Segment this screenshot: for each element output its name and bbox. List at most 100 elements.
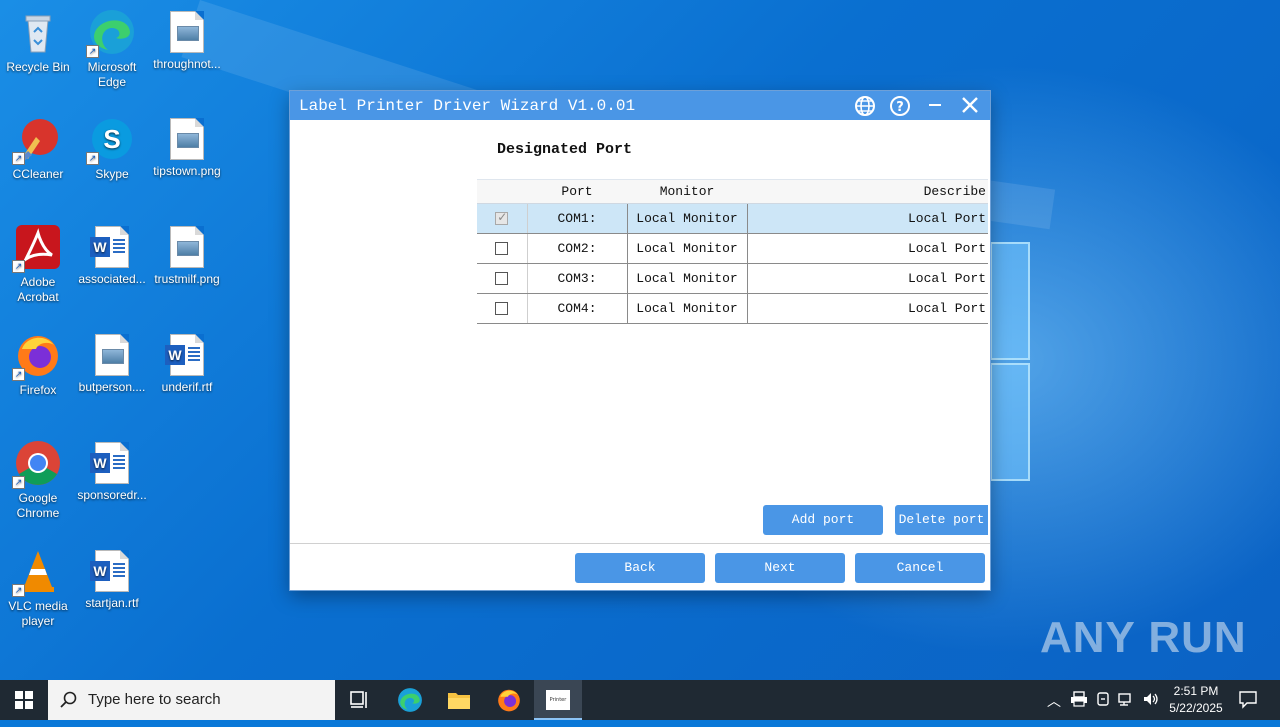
dialog-titlebar[interactable]: Label Printer Driver Wizard V1.0.01 ? xyxy=(290,91,990,120)
desktop-icon-butperson[interactable]: butperson.... xyxy=(74,331,150,395)
network-icon[interactable] xyxy=(1118,691,1136,710)
shortcut-arrow-icon: ↗ xyxy=(12,584,25,597)
column-header-checkbox[interactable] xyxy=(477,179,527,204)
row-checkbox-cell[interactable] xyxy=(477,203,528,234)
desktop-icon-adobe-acrobat[interactable]: ↗ Adobe Acrobat xyxy=(0,223,76,305)
port-table: Port Monitor Describe COM1: Local Monito… xyxy=(477,179,988,324)
minimize-icon[interactable] xyxy=(923,94,947,118)
recycle-bin-icon xyxy=(14,8,62,56)
port-cell: COM4: xyxy=(527,293,628,324)
svg-text:S: S xyxy=(103,124,120,154)
windows-logo-pane xyxy=(990,242,1030,360)
describe-cell: Local Port xyxy=(747,203,988,234)
word-doc-icon: W xyxy=(90,226,129,268)
desktop-icon-label: tipstown.png xyxy=(153,164,221,178)
table-row[interactable]: COM4: Local Monitor Local Port xyxy=(477,293,988,324)
start-button[interactable] xyxy=(0,680,48,720)
firefox-taskbar-icon[interactable] xyxy=(485,680,533,720)
row-checkbox-cell[interactable] xyxy=(477,263,528,294)
printer-wizard-taskbar-button[interactable]: Printer xyxy=(534,680,582,720)
desktop-icon-label: CCleaner xyxy=(12,167,64,181)
column-header-port[interactable]: Port xyxy=(527,179,627,204)
image-file-icon xyxy=(170,118,204,160)
desktop-icon-label: VLC media player xyxy=(8,599,68,628)
windows-logo-pane xyxy=(990,363,1030,481)
edge-taskbar-icon[interactable] xyxy=(386,680,434,720)
desktop-icon-tipstown[interactable]: tipstown.png xyxy=(149,115,225,179)
desktop-icon-sponsoredr[interactable]: W sponsoredr... xyxy=(74,439,150,503)
desktop-icon-google-chrome[interactable]: ↗ Google Chrome xyxy=(0,439,76,521)
monitor-cell: Local Monitor xyxy=(627,263,748,294)
desktop-icon-trustmilf[interactable]: trustmilf.png xyxy=(149,223,225,287)
dialog-title: Label Printer Driver Wizard V1.0.01 xyxy=(299,97,636,115)
desktop-icon-associated[interactable]: W associated... xyxy=(74,223,150,287)
shortcut-arrow-icon: ↗ xyxy=(12,152,25,165)
taskbar-search-box[interactable]: Type here to search xyxy=(48,680,335,720)
printer-app-icon: Printer xyxy=(546,690,570,710)
table-row[interactable]: COM1: Local Monitor Local Port xyxy=(477,203,988,234)
device-tray-icon[interactable] xyxy=(1095,691,1111,710)
system-clock[interactable]: 2:51 PM 5/22/2025 xyxy=(1162,683,1230,717)
add-port-button[interactable]: Add port xyxy=(763,505,883,535)
desktop-icon-label: underif.rtf xyxy=(161,380,213,394)
row-checkbox[interactable] xyxy=(495,210,509,226)
port-cell: COM2: xyxy=(527,233,628,264)
monitor-cell: Local Monitor xyxy=(627,203,748,234)
word-doc-icon: W xyxy=(165,334,204,376)
cancel-button[interactable]: Cancel xyxy=(855,553,985,583)
acrobat-icon: ↗ xyxy=(12,223,62,273)
globe-icon[interactable] xyxy=(853,94,877,118)
column-header-describe[interactable]: Describe xyxy=(747,179,988,204)
shortcut-arrow-icon: ↗ xyxy=(12,260,25,273)
row-checkbox-cell[interactable] xyxy=(477,293,528,324)
volume-icon[interactable] xyxy=(1142,691,1160,710)
desktop-icon-recycle-bin[interactable]: Recycle Bin xyxy=(0,8,76,75)
close-icon[interactable] xyxy=(958,94,982,118)
port-cell: COM1: xyxy=(527,203,628,234)
task-view-icon[interactable] xyxy=(336,680,384,720)
skype-icon: S ↗ xyxy=(86,115,136,165)
desktop-icon-firefox[interactable]: ↗ Firefox xyxy=(0,331,76,398)
help-icon[interactable]: ? xyxy=(888,94,912,118)
column-header-monitor[interactable]: Monitor xyxy=(627,179,747,204)
image-file-icon xyxy=(170,11,204,53)
desktop-icon-microsoft-edge[interactable]: ↗ Microsoft Edge xyxy=(74,8,150,90)
back-button[interactable]: Back xyxy=(575,553,705,583)
desktop-icon-label: Recycle Bin xyxy=(6,60,70,74)
printer-tray-icon[interactable] xyxy=(1070,691,1088,710)
image-file-icon xyxy=(95,334,129,376)
describe-cell: Local Port xyxy=(747,263,988,294)
shortcut-arrow-icon: ↗ xyxy=(86,152,99,165)
desktop-icon-label: Adobe Acrobat xyxy=(17,275,59,304)
desktop-icon-startjan[interactable]: W startjan.rtf xyxy=(74,547,150,611)
next-button[interactable]: Next xyxy=(715,553,845,583)
desktop-icon-throughnot[interactable]: throughnot... xyxy=(149,8,225,72)
desktop-icon-label: associated... xyxy=(78,272,146,286)
table-row[interactable]: COM3: Local Monitor Local Port xyxy=(477,263,988,294)
shortcut-arrow-icon: ↗ xyxy=(86,45,99,58)
desktop-icon-vlc[interactable]: ↗ VLC media player xyxy=(0,547,76,629)
desktop-icon-label: Firefox xyxy=(19,383,57,397)
row-checkbox[interactable] xyxy=(495,302,509,316)
notifications-icon[interactable] xyxy=(1238,689,1258,712)
desktop-icon-ccleaner[interactable]: ↗ CCleaner xyxy=(0,115,76,182)
search-placeholder: Type here to search xyxy=(88,691,221,708)
chrome-icon: ↗ xyxy=(12,439,62,489)
chevron-up-icon[interactable]: ︿ xyxy=(1047,691,1061,711)
row-checkbox-cell[interactable] xyxy=(477,233,528,264)
desktop-icon-skype[interactable]: S ↗ Skype xyxy=(74,115,150,182)
clock-time: 2:51 PM xyxy=(1173,684,1219,698)
file-explorer-icon[interactable] xyxy=(435,680,483,720)
shortcut-arrow-icon: ↗ xyxy=(12,476,25,489)
table-row[interactable]: COM2: Local Monitor Local Port xyxy=(477,233,988,264)
desktop-icon-label: Google Chrome xyxy=(16,491,60,520)
monitor-cell: Local Monitor xyxy=(627,293,748,324)
ccleaner-icon: ↗ xyxy=(12,115,62,165)
row-checkbox[interactable] xyxy=(495,242,509,256)
row-checkbox[interactable] xyxy=(495,272,509,286)
monitor-cell: Local Monitor xyxy=(627,233,748,264)
desktop-icon-underif[interactable]: W underif.rtf xyxy=(149,331,225,395)
section-heading: Designated Port xyxy=(497,141,633,158)
word-doc-icon: W xyxy=(90,442,129,484)
delete-port-button[interactable]: Delete port xyxy=(895,505,988,535)
